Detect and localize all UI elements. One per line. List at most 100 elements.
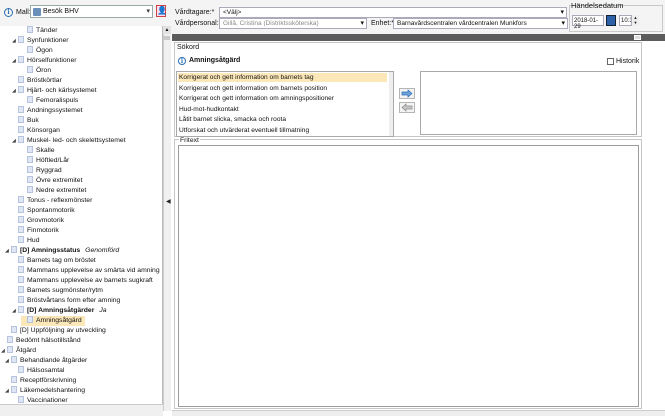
person-icon[interactable]: 👤 xyxy=(156,5,167,17)
tree-node-label: Skalle xyxy=(36,147,55,154)
vardtagare-value: <Välj> xyxy=(223,9,242,16)
tree-node-label: Receptförskrivning xyxy=(20,377,77,384)
page-icon xyxy=(27,176,33,183)
page-icon xyxy=(27,166,33,173)
tree-node-label: Tonus - reflexmönster xyxy=(27,197,93,204)
option-item[interactable]: Låtit barnet slicka, smacka och roota xyxy=(178,115,387,124)
page-icon xyxy=(7,336,13,343)
page-icon xyxy=(11,356,17,363)
page-icon xyxy=(18,286,24,293)
tree-node-label: Mammans upplevelse av barnets sugkraft xyxy=(27,277,153,284)
tree-node[interactable]: Barnets sugmönster/rytm xyxy=(12,286,106,296)
tree-scrollbar[interactable] xyxy=(163,26,171,411)
calendar-icon[interactable] xyxy=(606,15,616,26)
tree-node[interactable]: Ryggrad xyxy=(21,166,65,176)
tree-node-label: Finmotorik xyxy=(27,227,59,234)
tree-node[interactable]: Skalle xyxy=(21,146,58,156)
fritext-textarea[interactable] xyxy=(178,145,639,407)
tree-node[interactable]: Mammans upplevelse av barnets sugkraft xyxy=(12,276,156,286)
app-window: { "header": { "mall_label": "Mall:", "ma… xyxy=(0,0,665,416)
tree-node[interactable]: Andningssystemet xyxy=(12,106,86,116)
tree-node[interactable]: [D] Uppföljning av utveckling xyxy=(5,326,109,336)
tree-node[interactable]: Tänder xyxy=(21,26,61,36)
tree-node[interactable]: Nedre extremitet xyxy=(21,186,89,196)
tree-node[interactable]: Övre extremitet xyxy=(21,176,85,186)
tree-node[interactable]: ◢ [D] Amningsåtgärder Ja xyxy=(12,306,110,316)
tree-node-label: Könsorgan xyxy=(27,127,60,134)
add-button[interactable] xyxy=(399,88,415,99)
page-icon xyxy=(27,156,33,163)
tree-node[interactable]: Ögon xyxy=(21,46,56,56)
tree-node-label: Bröstkörtlar xyxy=(27,77,62,84)
tree-horizontal-scrollbar[interactable] xyxy=(0,404,163,416)
page-icon xyxy=(18,256,24,263)
scroll-up-icon[interactable]: ▲ xyxy=(163,26,171,34)
tree-node-label: Buk xyxy=(27,117,39,124)
vardtagare-label: Vårdtagare:* xyxy=(175,9,215,16)
info-icon[interactable]: i xyxy=(178,57,186,65)
tree-node[interactable]: Könsorgan xyxy=(12,126,63,136)
sokord-title: Amningsåtgärd xyxy=(189,57,241,64)
date-input[interactable]: 2018-01-29 xyxy=(572,15,604,30)
page-icon xyxy=(18,296,24,303)
tree-node[interactable]: Amningsåtgärd xyxy=(21,316,85,326)
tree-node-label: Barnets tag om bröstet xyxy=(27,257,96,264)
scrollbar-thumb[interactable] xyxy=(164,36,170,40)
vardpersonal-select[interactable]: Gillå, Cristina (Distriktssköterska) ▾ xyxy=(219,18,367,29)
mall-value: Besök BHV xyxy=(43,8,79,15)
collapse-panel-icon[interactable]: ◀ xyxy=(166,198,171,205)
tree-node[interactable]: Finmotorik xyxy=(12,226,62,236)
tree-node[interactable]: Höftled/Lår xyxy=(21,156,72,166)
info-icon[interactable]: i xyxy=(4,8,13,17)
tree-node[interactable]: Femoralispuls xyxy=(21,96,81,106)
tree-node[interactable]: Barnets tag om bröstet xyxy=(12,256,99,266)
enhet-select[interactable]: Barnavårdscentralen vårdcentralen Munkfo… xyxy=(393,18,568,29)
sokord-label: Sökord xyxy=(177,44,200,51)
options-list[interactable]: Korrigerat och gett information om barne… xyxy=(176,71,394,137)
tree-node-label: Övre extremitet xyxy=(36,177,83,184)
tree-node-status: Genomförd xyxy=(85,247,120,254)
tree-node-label: Barnets sugmönster/rytm xyxy=(27,287,103,294)
option-item[interactable]: Utforskat och utvärderat eventuell tillm… xyxy=(178,126,387,135)
mall-select[interactable]: Besök BHV ▾ xyxy=(30,5,153,18)
tree-node[interactable]: Tonus - reflexmönster xyxy=(12,196,95,206)
option-item[interactable]: Korrigerat och gett information om barne… xyxy=(178,84,387,93)
chevron-down-icon: ▾ xyxy=(146,8,150,15)
tree-node[interactable]: Grovmotorik xyxy=(12,216,67,226)
tree-node[interactable]: ◢ Hörselfunktioner xyxy=(12,56,80,66)
tree-node[interactable]: Bedömt hälsotillstånd xyxy=(1,336,84,346)
tree-node[interactable]: ◢ Åtgärd xyxy=(1,346,39,356)
tree-node[interactable]: ◢ Muskel- led- och skelettsystemet xyxy=(12,136,129,146)
tree-node[interactable]: ◢ Hjärt- och kärlsystemet xyxy=(12,86,100,96)
tree-node-label: Bröstvårtans form efter amning xyxy=(27,297,121,304)
option-item[interactable]: Korrigerat och gett information om amnin… xyxy=(178,94,387,103)
page-icon xyxy=(18,366,24,373)
tree-node[interactable]: Öron xyxy=(21,66,54,76)
vardtagare-select[interactable]: <Välj> ▾ xyxy=(219,7,567,18)
chevron-down-icon: ▾ xyxy=(360,20,364,27)
tree-node[interactable]: ◢ Läkemedelshantering xyxy=(5,386,88,396)
page-icon xyxy=(11,246,17,253)
tree-node[interactable]: Receptförskrivning xyxy=(5,376,79,386)
option-item[interactable]: Korrigerat och gett information om barne… xyxy=(178,73,387,82)
maximize-icon[interactable] xyxy=(634,35,641,40)
page-icon xyxy=(18,216,24,223)
tree-node[interactable]: Mammans upplevelse av smärta vid amning xyxy=(12,266,162,276)
tree-node[interactable]: Bröstvårtans form efter amning xyxy=(12,296,123,306)
tree-node[interactable]: Hud xyxy=(12,236,42,246)
tree-node[interactable]: ◢ [D] Amningsstatus Genomförd xyxy=(5,246,122,256)
option-item[interactable]: Hud-mot-hudkontakt xyxy=(178,105,387,114)
tree-node[interactable]: Bröstkörtlar xyxy=(12,76,65,86)
tree-node[interactable]: ◢ Synfunktioner xyxy=(12,36,72,46)
tree-node[interactable]: ◢ Behandlande åtgärder xyxy=(5,356,90,366)
tree-node[interactable]: Spontanmotorik xyxy=(12,206,78,216)
historik-checkbox[interactable] xyxy=(607,58,614,65)
tree-node[interactable]: Buk xyxy=(12,116,42,126)
options-scrollbar[interactable] xyxy=(389,72,393,136)
page-icon xyxy=(11,326,17,333)
remove-button[interactable] xyxy=(399,102,415,113)
tree-node[interactable]: Hälsosamtal xyxy=(12,366,67,376)
tree-node-label: [D] Amningsåtgärder xyxy=(27,307,95,314)
time-spinner[interactable]: ▲ ▼ xyxy=(631,15,639,26)
selected-list[interactable] xyxy=(420,71,637,135)
